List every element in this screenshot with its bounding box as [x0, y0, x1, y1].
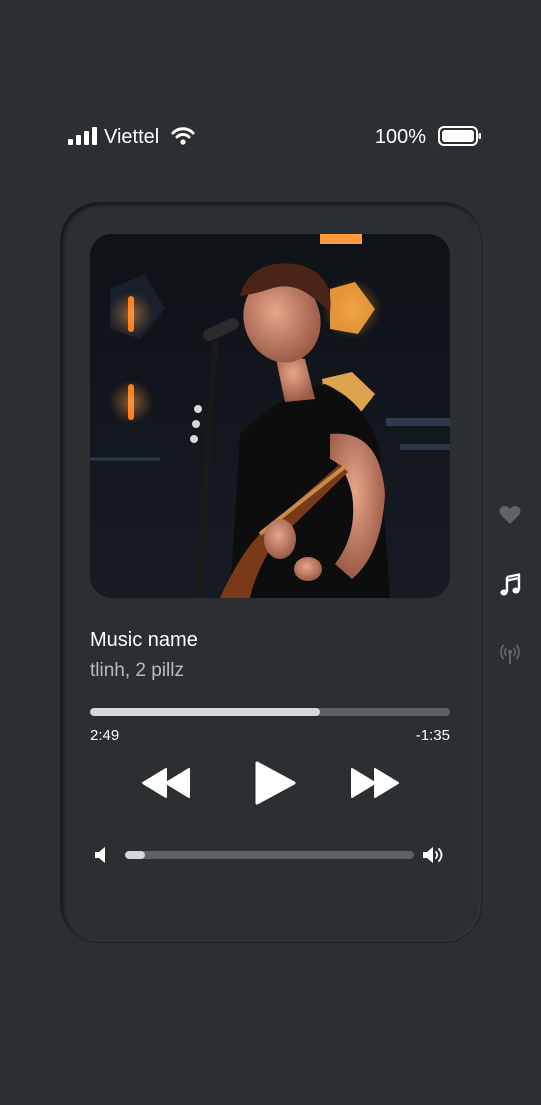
music-player-screen: Viettel 100% Music name tlinh, 2 pillz 2…	[0, 0, 541, 1105]
song-title: Music name	[90, 629, 198, 651]
progress-fill	[90, 708, 321, 716]
wifi-icon	[171, 127, 195, 145]
battery-percentage: 100%	[374, 126, 426, 148]
volume-fill	[125, 851, 146, 859]
song-artist: tlinh, 2 pillz	[90, 660, 184, 681]
volume-slider[interactable]	[125, 851, 414, 859]
progress-bar[interactable]	[90, 708, 450, 716]
album-art	[90, 234, 450, 598]
broadcast-icon[interactable]	[498, 642, 522, 666]
volume-high-icon[interactable]	[423, 844, 447, 866]
heart-icon[interactable]	[498, 503, 522, 527]
play-button[interactable]	[254, 760, 296, 806]
carrier-name: Viettel	[104, 126, 160, 148]
volume-low-icon[interactable]	[95, 846, 109, 864]
status-bar: Viettel 100%	[68, 122, 482, 152]
cellular-signal-icon	[68, 127, 98, 145]
time-elapsed: 2:49	[90, 727, 120, 744]
time-remaining: -1:35	[415, 727, 450, 744]
player-card: Music name tlinh, 2 pillz 2:49 -1:35	[61, 203, 481, 942]
fast-forward-button[interactable]	[350, 767, 400, 799]
music-note-icon[interactable]	[498, 573, 522, 597]
rewind-button[interactable]	[141, 767, 191, 799]
battery-icon	[438, 126, 481, 146]
